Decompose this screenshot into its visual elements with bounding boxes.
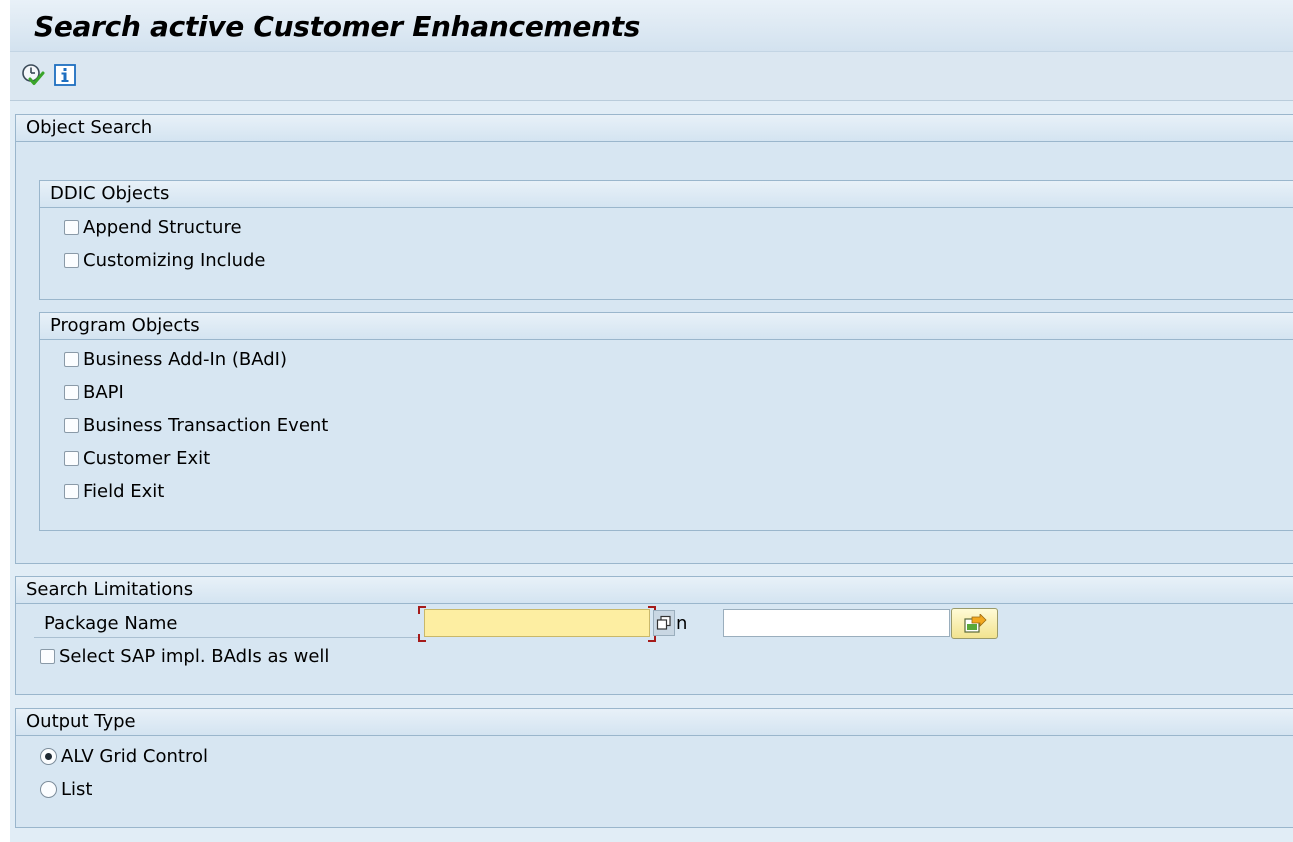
radio-selected-dot — [45, 752, 52, 760]
copy-icon — [656, 615, 671, 630]
list-label: List — [61, 778, 93, 800]
append-structure-checkbox[interactable] — [64, 219, 79, 235]
package-to-input[interactable] — [723, 609, 950, 637]
field-exit-checkbox[interactable] — [64, 483, 79, 499]
customizing-include-label: Customizing Include — [83, 249, 266, 271]
info-icon — [54, 64, 76, 86]
append-structure-option[interactable]: Append Structure — [64, 214, 242, 240]
bte-checkbox[interactable] — [64, 417, 79, 433]
package-from-wrapper — [418, 606, 656, 642]
left-edge — [0, 0, 10, 842]
label-underline — [34, 637, 418, 638]
object-search-title: Object Search — [16, 115, 1293, 142]
package-name-label: Package Name — [44, 612, 178, 634]
customizing-include-checkbox[interactable] — [64, 252, 79, 268]
multiple-selection-button[interactable] — [951, 608, 998, 639]
alv-grid-option[interactable]: ALV Grid Control — [40, 743, 208, 769]
customizing-include-option[interactable]: Customizing Include — [64, 247, 266, 273]
info-button[interactable] — [52, 62, 78, 88]
to-label: n — [676, 612, 688, 634]
execute-icon — [22, 64, 45, 85]
append-structure-label: Append Structure — [83, 216, 242, 238]
alv-grid-label: ALV Grid Control — [61, 745, 208, 767]
focus-corner-bl — [418, 634, 426, 642]
title-bar: Search active Customer Enhancements — [10, 0, 1293, 52]
application-toolbar — [10, 52, 1293, 101]
bte-label: Business Transaction Event — [83, 414, 329, 436]
execute-button[interactable] — [20, 62, 46, 88]
badi-checkbox[interactable] — [64, 351, 79, 367]
search-limitations-group: Search Limitations Package Name n Select… — [15, 576, 1293, 695]
sap-badis-option[interactable]: Select SAP impl. BAdIs as well — [40, 643, 329, 669]
alv-grid-radio[interactable] — [40, 747, 57, 765]
focus-corner-tl — [418, 606, 426, 614]
multiple-selection-icon — [963, 613, 987, 633]
value-help-button[interactable] — [653, 610, 675, 636]
program-objects-group: Program Objects Business Add-In (BAdI) B… — [39, 312, 1293, 531]
ddic-objects-title: DDIC Objects — [40, 181, 1293, 208]
list-radio[interactable] — [40, 780, 57, 798]
ddic-objects-group: DDIC Objects Append Structure Customizin… — [39, 180, 1293, 300]
output-type-title: Output Type — [16, 709, 1293, 736]
field-exit-label: Field Exit — [83, 480, 165, 502]
sap-badis-label: Select SAP impl. BAdIs as well — [59, 645, 330, 667]
bapi-label: BAPI — [83, 381, 124, 403]
customer-exit-option[interactable]: Customer Exit — [64, 445, 210, 471]
program-objects-title: Program Objects — [40, 313, 1293, 340]
object-search-group: Object Search DDIC Objects Append Struct… — [15, 114, 1293, 564]
output-type-group: Output Type ALV Grid Control List — [15, 708, 1293, 828]
list-option[interactable]: List — [40, 776, 92, 802]
bapi-option[interactable]: BAPI — [64, 379, 124, 405]
customer-exit-label: Customer Exit — [83, 447, 211, 469]
content-area: Object Search DDIC Objects Append Struct… — [10, 101, 1293, 842]
package-from-input[interactable] — [424, 609, 650, 637]
badi-label: Business Add-In (BAdI) — [83, 348, 288, 370]
badi-option[interactable]: Business Add-In (BAdI) — [64, 346, 287, 372]
page-title: Search active Customer Enhancements — [34, 10, 641, 43]
search-limitations-title: Search Limitations — [16, 577, 1293, 604]
sap-badis-checkbox[interactable] — [40, 648, 55, 664]
field-exit-option[interactable]: Field Exit — [64, 478, 164, 504]
bapi-checkbox[interactable] — [64, 384, 79, 400]
customer-exit-checkbox[interactable] — [64, 450, 79, 466]
bte-option[interactable]: Business Transaction Event — [64, 412, 328, 438]
